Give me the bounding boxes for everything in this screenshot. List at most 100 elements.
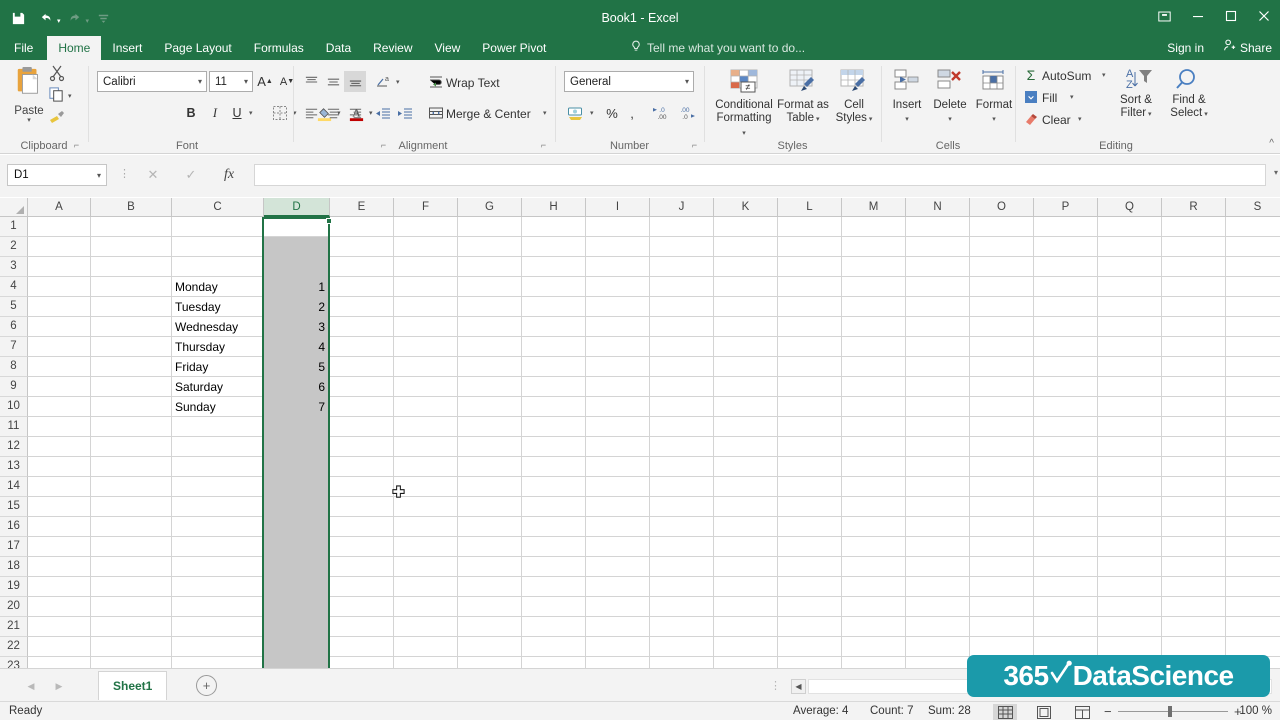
fill-caret[interactable]: ▾ <box>1070 93 1074 101</box>
sheet-nav-prev-icon[interactable]: ◀ <box>20 677 42 695</box>
tab-file[interactable]: File <box>0 36 48 60</box>
wrap-text-icon[interactable] <box>426 71 446 92</box>
align-top-icon[interactable] <box>300 71 322 92</box>
row-header-12[interactable]: 12 <box>0 437 28 457</box>
row-header-9[interactable]: 9 <box>0 377 28 397</box>
clear-icon[interactable] <box>1022 110 1040 128</box>
percent-style-button[interactable]: % <box>602 102 622 124</box>
close-icon[interactable] <box>1247 0 1280 32</box>
column-header-j[interactable]: J <box>650 198 714 217</box>
row-header-18[interactable]: 18 <box>0 557 28 577</box>
conditional-formatting-caret[interactable]: ▾ <box>742 130 746 137</box>
cell-c4[interactable]: Monday <box>172 277 262 297</box>
row-header-22[interactable]: 22 <box>0 637 28 657</box>
column-header-n[interactable]: N <box>906 198 970 217</box>
row-header-8[interactable]: 8 <box>0 357 28 377</box>
row-header-16[interactable]: 16 <box>0 517 28 537</box>
row-header-6[interactable]: 6 <box>0 317 28 337</box>
merge-center-label[interactable]: Merge & Center <box>446 107 531 121</box>
tab-insert[interactable]: Insert <box>101 36 153 60</box>
row-header-14[interactable]: 14 <box>0 477 28 497</box>
increase-font-size-icon[interactable]: A ▲ <box>255 71 275 92</box>
cell-c8[interactable]: Friday <box>172 357 262 377</box>
accounting-format-caret[interactable]: ▾ <box>590 109 594 117</box>
row-header-21[interactable]: 21 <box>0 617 28 637</box>
insert-caret[interactable]: ▾ <box>905 116 909 123</box>
tab-power-pivot[interactable]: Power Pivot <box>471 36 557 60</box>
format-caret[interactable]: ▾ <box>992 116 996 123</box>
paste-button[interactable]: Paste ▾ <box>6 64 52 134</box>
cell-d7[interactable]: 4 <box>264 337 328 357</box>
cell-d4[interactable]: 1 <box>264 277 328 297</box>
name-box-caret[interactable]: ▾ <box>97 171 101 180</box>
clear-caret[interactable]: ▾ <box>1078 115 1082 123</box>
column-header-f[interactable]: F <box>394 198 458 217</box>
column-header-q[interactable]: Q <box>1098 198 1162 217</box>
column-header-m[interactable]: M <box>842 198 906 217</box>
font-name-caret[interactable]: ▾ <box>198 77 202 86</box>
row-header-23[interactable]: 23 <box>0 657 28 668</box>
find-select-caret[interactable]: ▾ <box>1202 111 1208 118</box>
column-header-s[interactable]: S <box>1226 198 1280 217</box>
autosum-label[interactable]: AutoSum <box>1042 69 1091 83</box>
sort-filter-button[interactable]: A Z Sort & Filter ▾ <box>1112 66 1160 119</box>
format-as-table-caret[interactable]: ▾ <box>814 116 820 123</box>
align-middle-icon[interactable] <box>322 71 344 92</box>
cell-d6[interactable]: 3 <box>264 317 328 337</box>
column-header-r[interactable]: R <box>1162 198 1226 217</box>
font-size-caret[interactable]: ▾ <box>244 77 248 86</box>
accounting-format-icon[interactable] <box>564 102 588 124</box>
cell-d8[interactable]: 5 <box>264 357 328 377</box>
decrease-indent-icon[interactable] <box>372 102 394 124</box>
column-header-l[interactable]: L <box>778 198 842 217</box>
underline-button[interactable]: U <box>227 102 247 124</box>
zoom-out-button[interactable]: − <box>1104 702 1112 720</box>
cut-icon[interactable] <box>48 64 72 86</box>
tab-view[interactable]: View <box>424 36 472 60</box>
italic-button[interactable]: I <box>205 102 225 124</box>
page-layout-view-icon[interactable] <box>1032 704 1056 720</box>
font-size-box[interactable]: 11 ▾ <box>209 71 253 92</box>
sign-in-button[interactable]: Sign in <box>1167 36 1204 60</box>
tab-formulas[interactable]: Formulas <box>243 36 315 60</box>
page-break-preview-icon[interactable] <box>1070 704 1094 720</box>
number-format-caret[interactable]: ▾ <box>685 77 689 86</box>
cancel-formula-icon[interactable]: ✕ <box>140 164 166 186</box>
row-header-10[interactable]: 10 <box>0 397 28 417</box>
merge-center-icon[interactable] <box>426 102 446 124</box>
format-painter-icon[interactable] <box>48 108 72 130</box>
copy-dropdown-caret[interactable]: ▾ <box>68 92 72 100</box>
fill-handle[interactable] <box>326 218 332 224</box>
column-header-e[interactable]: E <box>330 198 394 217</box>
column-header-b[interactable]: B <box>91 198 172 217</box>
column-header-p[interactable]: P <box>1034 198 1098 217</box>
fill-label[interactable]: Fill <box>1042 91 1057 105</box>
alignment-dialog-launcher[interactable]: ⌐ <box>538 140 549 151</box>
row-header-5[interactable]: 5 <box>0 297 28 317</box>
cell-styles-caret[interactable]: ▾ <box>867 116 873 123</box>
enter-formula-icon[interactable]: ✓ <box>178 164 204 186</box>
orientation-icon[interactable]: a <box>372 71 394 92</box>
row-header-2[interactable]: 2 <box>0 237 28 257</box>
row-header-4[interactable]: 4 <box>0 277 28 297</box>
row-header-20[interactable]: 20 <box>0 597 28 617</box>
merge-center-caret[interactable]: ▾ <box>543 109 547 117</box>
cell-styles-button[interactable]: Cell Styles ▾ <box>831 68 877 124</box>
row-header-3[interactable]: 3 <box>0 257 28 277</box>
zoom-slider-thumb[interactable] <box>1168 706 1172 717</box>
decrease-decimal-icon[interactable]: .00.0 <box>674 102 698 124</box>
align-left-icon[interactable] <box>300 102 322 124</box>
insert-function-icon[interactable]: fx <box>216 164 242 186</box>
delete-caret[interactable]: ▾ <box>948 116 952 123</box>
conditional-formatting-button[interactable]: ≠ Conditional Formatting ▾ <box>715 68 773 137</box>
orientation-caret[interactable]: ▾ <box>396 78 400 86</box>
column-header-a[interactable]: A <box>28 198 91 217</box>
cell-c7[interactable]: Thursday <box>172 337 262 357</box>
fill-icon[interactable] <box>1022 88 1040 106</box>
tell-me-box[interactable]: Tell me what you want to do... <box>630 36 805 60</box>
underline-caret[interactable]: ▾ <box>249 109 253 117</box>
font-name-box[interactable]: Calibri ▾ <box>97 71 207 92</box>
tab-review[interactable]: Review <box>362 36 423 60</box>
sheet-nav-next-icon[interactable]: ▶ <box>48 677 70 695</box>
cell-c9[interactable]: Saturday <box>172 377 262 397</box>
